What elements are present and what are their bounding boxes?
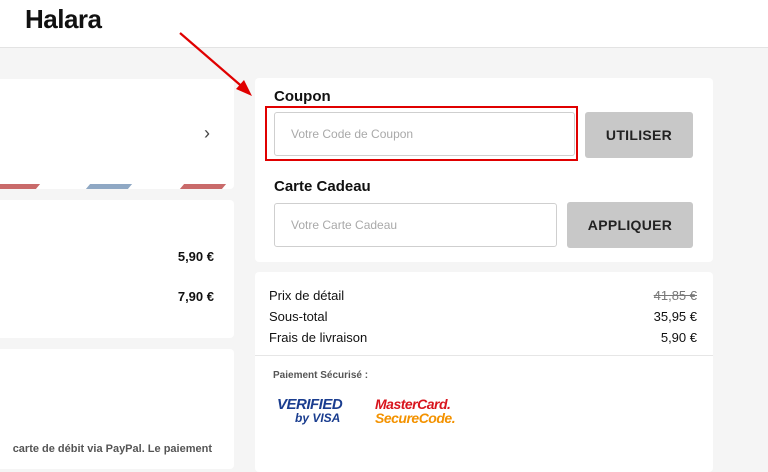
shipping-fee-value: 5,90 €	[660, 330, 697, 345]
retail-price-label: Prix de détail	[269, 288, 345, 303]
order-summary-card: Prix de détail 41,85 € Sous-total 35,95 …	[255, 272, 713, 472]
summary-row-subtotal: Sous-total 35,95 €	[269, 309, 697, 329]
summary-row-shipping: Frais de livraison 5,90 €	[269, 330, 697, 350]
retail-price-value: 41,85 €	[653, 288, 697, 303]
summary-row-retail: Prix de détail 41,85 €	[269, 288, 697, 308]
secure-payment-label: Paiement Sécurisé :	[273, 370, 369, 381]
mastercard-securecode-logo: MasterCard. SecureCode.	[375, 396, 456, 426]
subtotal-value: 35,95 €	[653, 309, 697, 324]
verified-by-visa-logo: VERIFIED by VISA	[277, 396, 343, 425]
subtotal-label: Sous-total	[269, 309, 328, 324]
shipping-fee-label: Frais de livraison	[269, 330, 368, 345]
summary-divider	[255, 355, 713, 356]
